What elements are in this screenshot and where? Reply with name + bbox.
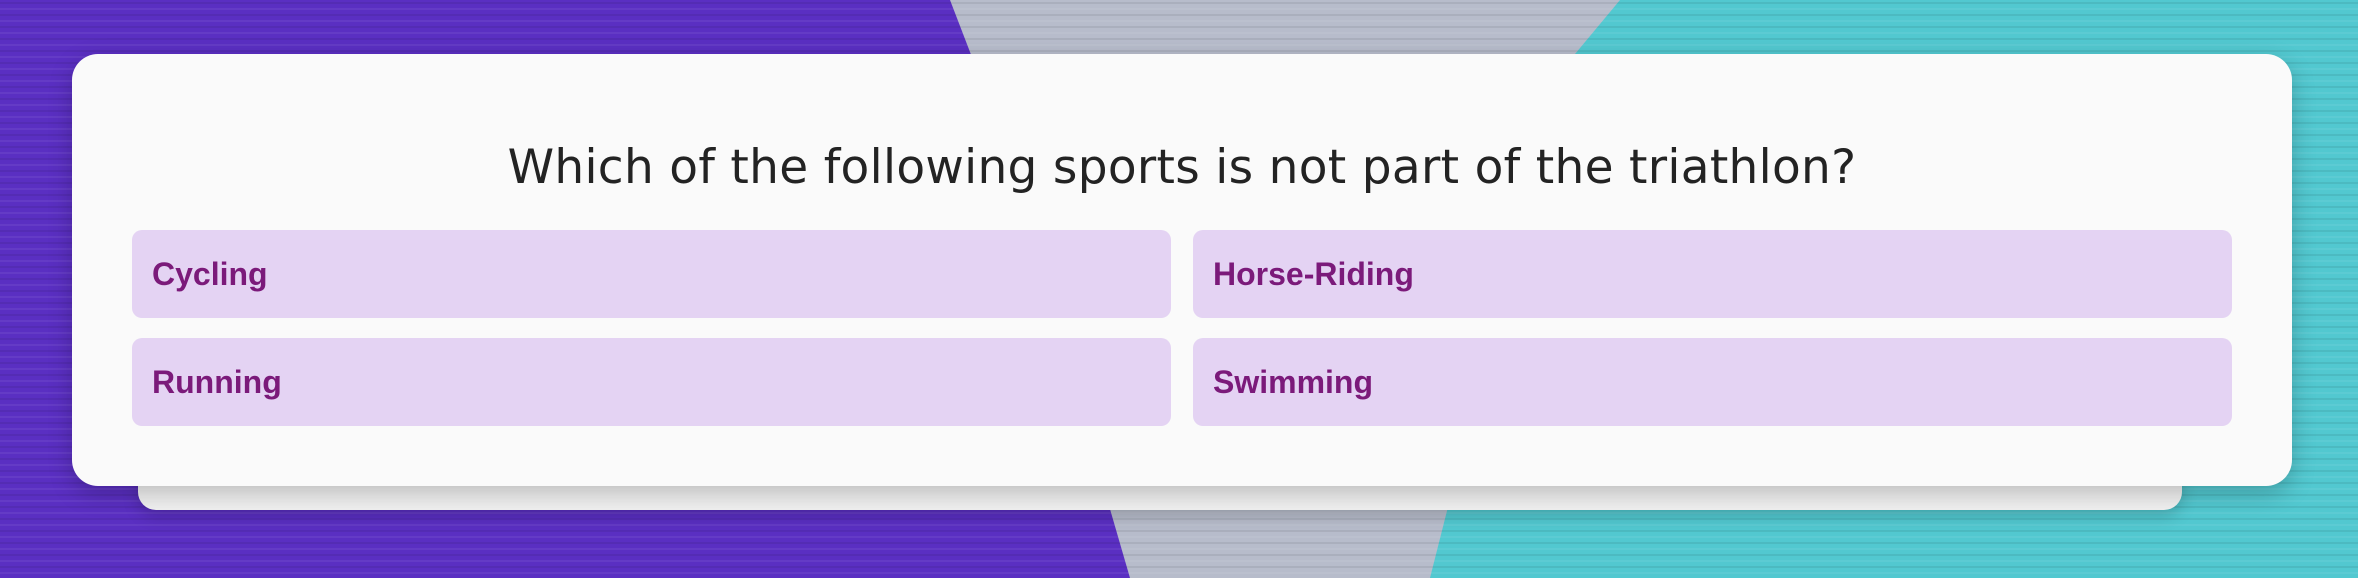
answer-option-cycling[interactable]: Cycling	[132, 230, 1171, 318]
question-card: Which of the following sports is not par…	[72, 54, 2292, 486]
answer-label: Swimming	[1213, 363, 1374, 400]
answer-option-running[interactable]: Running	[132, 338, 1171, 426]
answer-option-swimming[interactable]: Swimming	[1193, 338, 2232, 426]
answer-options: Cycling Horse-Riding Running Swimming	[132, 230, 2232, 426]
answer-label: Cycling	[152, 255, 268, 292]
answer-label: Horse-Riding	[1213, 255, 1414, 292]
question-text: Which of the following sports is not par…	[507, 140, 1857, 195]
answer-option-horse-riding[interactable]: Horse-Riding	[1193, 230, 2232, 318]
answer-label: Running	[152, 363, 282, 400]
